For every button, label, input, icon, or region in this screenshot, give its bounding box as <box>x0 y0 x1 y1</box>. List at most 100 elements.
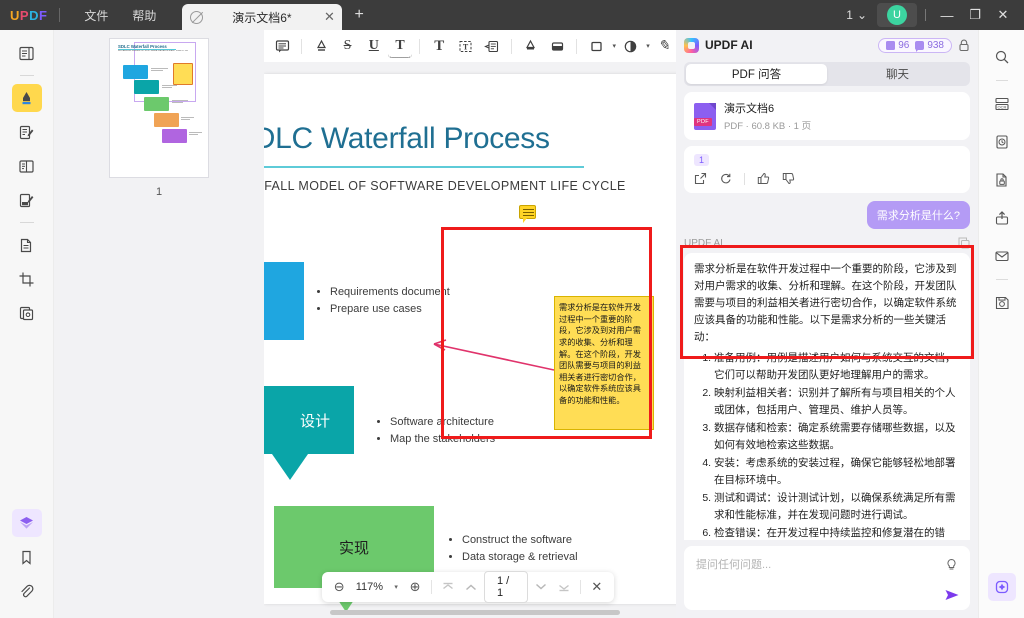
mini-text-lines <box>189 132 202 136</box>
eraser-icon[interactable] <box>545 34 569 58</box>
compress-icon[interactable] <box>988 128 1016 156</box>
slide-divider <box>264 166 584 168</box>
sidebar-item-crop[interactable] <box>12 265 42 293</box>
sidebar-item-form[interactable] <box>12 186 42 214</box>
highlight-icon[interactable] <box>309 34 333 58</box>
tab-pdf-qa[interactable]: PDF 问答 <box>686 64 827 84</box>
search-icon[interactable] <box>988 43 1016 71</box>
thumb-up-icon[interactable] <box>757 172 770 185</box>
zoom-toolbar: ⊖ 117% ▾ ⊕ 1 / 1 ✕ <box>322 571 614 603</box>
share-icon[interactable] <box>988 204 1016 232</box>
strikethrough-icon[interactable]: S <box>335 34 359 58</box>
ai-usage-badges[interactable]: 96 938 <box>878 37 952 53</box>
text-tool-icon[interactable]: T <box>427 34 451 58</box>
page-indicator[interactable]: 1 / 1 <box>483 571 528 603</box>
save-icon[interactable] <box>988 289 1016 317</box>
document-viewport[interactable]: SDLC Waterfall Process TERFALL MODEL OF … <box>264 62 676 618</box>
bookmark-icon[interactable] <box>12 543 42 571</box>
file-meta: PDF · 60.8 KB · 1 页 <box>724 121 812 132</box>
zoom-out-button[interactable]: ⊖ <box>330 576 348 598</box>
updf-logo: UPDF <box>10 7 48 23</box>
mini-stage-orange <box>154 113 179 127</box>
prev-page-button[interactable] <box>462 576 480 598</box>
mini-text-lines <box>172 100 188 104</box>
chevron-down-icon[interactable]: ▾ <box>646 42 650 50</box>
sticky-note-marker-icon[interactable] <box>519 205 536 223</box>
close-tab-icon[interactable]: ✕ <box>320 9 338 25</box>
share-icon[interactable] <box>694 172 707 185</box>
squiggly-underline-icon[interactable]: T <box>387 34 413 58</box>
sidebar-item-reader[interactable] <box>12 39 42 67</box>
pen-icon[interactable] <box>519 34 543 58</box>
tab-chat[interactable]: 聊天 <box>827 64 968 84</box>
send-button[interactable] <box>944 588 960 602</box>
ai-input-box[interactable]: 提问任何问题... <box>684 546 970 610</box>
ai-conversation[interactable]: PDF 演示文档6 PDF · 60.8 KB · 1 页 1 需求分析是什么? <box>676 92 978 540</box>
callout-icon[interactable] <box>480 34 504 58</box>
mini-sticky-note <box>173 63 193 85</box>
page-thumbnail-1[interactable]: SDLC Waterfall Process WATERFALL MODEL O… <box>109 38 209 178</box>
underline-icon[interactable]: U <box>362 34 386 58</box>
user-message-row: 需求分析是什么? <box>684 201 970 229</box>
page-count-selector[interactable]: 1 ⌄ <box>838 5 875 25</box>
email-icon[interactable] <box>988 242 1016 270</box>
sidebar-item-protect[interactable] <box>12 299 42 327</box>
pages-badge-value: 96 <box>898 39 910 51</box>
minimize-button[interactable]: — <box>934 3 960 27</box>
close-window-button[interactable]: ✕ <box>990 3 1016 27</box>
stamp-icon[interactable] <box>618 34 642 58</box>
maximize-button[interactable]: ❐ <box>962 3 988 27</box>
lock-icon[interactable] <box>958 39 970 52</box>
updf-app-window: UPDF 文件 帮助 演示文档6* ✕ + 1 ⌄ U — ❐ ✕ SDLC W… <box>0 0 1024 618</box>
document-tab[interactable]: 演示文档6* ✕ <box>182 4 343 30</box>
stage-bullets-requirements: Requirements document Prepare use cases <box>316 284 450 318</box>
protect-doc-icon[interactable] <box>988 166 1016 194</box>
sticky-note-icon[interactable] <box>270 34 294 58</box>
copy-icon[interactable] <box>958 237 970 249</box>
avatar-wrap[interactable]: U <box>877 3 917 27</box>
shape-icon[interactable] <box>584 34 608 58</box>
zoom-dropdown-icon[interactable]: ▾ <box>390 583 402 591</box>
divider <box>995 279 1008 280</box>
stage-label-implementation: 实现 <box>338 539 369 557</box>
attached-file-card[interactable]: PDF 演示文档6 PDF · 60.8 KB · 1 页 <box>684 92 970 140</box>
menu-file[interactable]: 文件 <box>72 3 120 28</box>
flow-arrow-stem <box>278 446 304 458</box>
sidebar-item-highlight[interactable] <box>11 84 42 112</box>
close-toolbar-button[interactable]: ✕ <box>588 576 606 598</box>
window-controls: 1 ⌄ U — ❐ ✕ <box>838 3 1024 27</box>
thumb-down-icon[interactable] <box>782 172 795 185</box>
divider <box>579 580 581 594</box>
sidebar-item-organize-pages[interactable] <box>12 152 42 180</box>
menu-help[interactable]: 帮助 <box>120 3 168 28</box>
page-count-value: 1 <box>846 8 853 22</box>
right-rail-bottom <box>987 568 1016 618</box>
zoom-in-button[interactable]: ⊕ <box>406 576 424 598</box>
refresh-icon[interactable] <box>719 172 732 185</box>
last-page-button[interactable] <box>554 576 572 598</box>
svg-text:T: T <box>463 42 469 51</box>
new-tab-button[interactable]: + <box>354 6 363 24</box>
slide-title: SDLC Waterfall Process <box>264 122 550 155</box>
text-box-icon[interactable]: T <box>453 34 477 58</box>
answer-item: 映射利益相关者：识别并了解所有与项目相关的个人或团体，包括用户、管理员、维护人员… <box>714 385 960 419</box>
ocr-icon[interactable]: OCR <box>988 90 1016 118</box>
chevron-down-icon[interactable]: ▾ <box>613 42 617 50</box>
layers-icon[interactable] <box>11 509 42 537</box>
answer-list: 准备用例：用例是描述用户如何与系统交互的文档，它们可以帮助开发团队更好地理解用户… <box>714 350 960 540</box>
sidebar-item-convert[interactable] <box>12 231 42 259</box>
zoom-level-value: 117% <box>355 581 384 593</box>
stage-box-design: 设计 <box>264 386 354 454</box>
next-page-button[interactable] <box>532 576 550 598</box>
attachment-icon[interactable] <box>12 577 42 605</box>
signature-icon[interactable]: ✎ <box>652 34 676 58</box>
sidebar-item-edit-pdf[interactable] <box>12 118 42 146</box>
source-reference[interactable]: 1 <box>694 154 710 166</box>
divider <box>19 75 34 76</box>
first-page-button[interactable] <box>439 576 457 598</box>
horizontal-scrollbar[interactable] <box>330 610 620 615</box>
divider <box>19 222 34 223</box>
ai-assistant-icon[interactable] <box>987 573 1016 601</box>
suggestion-bulb-icon[interactable] <box>945 558 958 572</box>
left-tool-rail <box>0 30 54 618</box>
